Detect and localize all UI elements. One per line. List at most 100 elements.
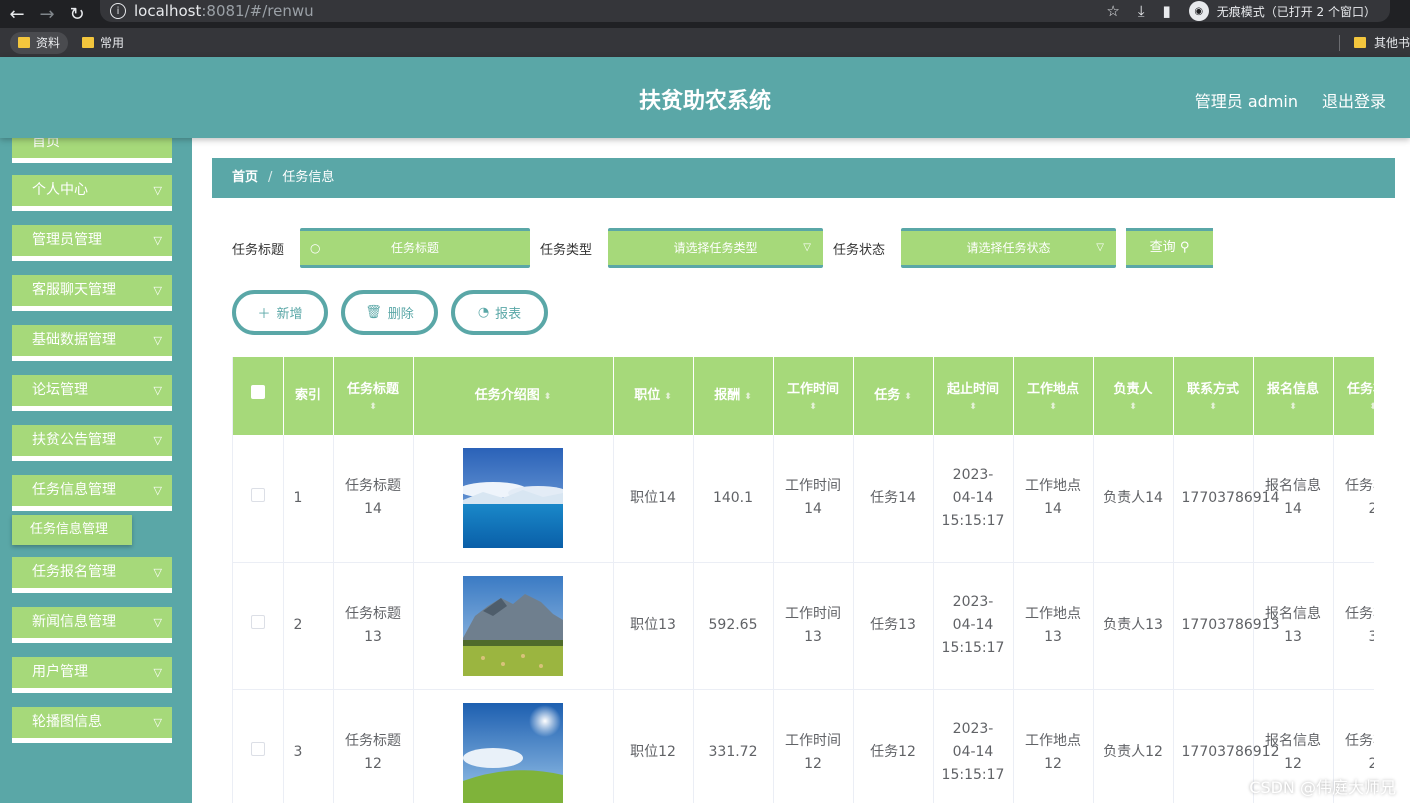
table-row: 2 任务标题13 职位13 592.65 工作时间13 任务13 2023-04… [233, 562, 1374, 690]
row-checkbox[interactable] [250, 742, 265, 756]
sidebar-item-announcement[interactable]: 扶贫公告管理 ▽ [12, 425, 172, 461]
query-button[interactable]: 查询 ⚲ [1126, 228, 1213, 268]
column-header[interactable]: 报酬 ⬍ [693, 357, 774, 435]
breadcrumb-home[interactable]: 首页 [232, 170, 258, 185]
sidebar-item-forum[interactable]: 论坛管理 ▽ [12, 375, 172, 411]
back-icon[interactable]: ← [4, 3, 30, 25]
row-checkbox[interactable] [250, 487, 265, 502]
bookmark-star-icon[interactable]: ☆ [1106, 2, 1119, 20]
task-image-thumbnail[interactable] [463, 702, 563, 803]
title-search-input[interactable]: ○ 任务标题 [300, 228, 530, 268]
download-icon[interactable]: ⤓ [1138, 2, 1145, 20]
address-bar[interactable]: i localhost :8081/#/renwu ☆ ⤓ ▮ ◉ 无痕模式（已… [100, 0, 1390, 22]
column-header[interactable]: 联系方式 ⬍ [1173, 357, 1254, 435]
site-info-icon[interactable]: i [110, 3, 126, 19]
bookmark-folder-changyong[interactable]: 常用 [78, 32, 128, 54]
column-header[interactable]: 工作时间 ⬍ [773, 357, 854, 435]
work-time-cell: 工作时间12 [773, 689, 854, 803]
sort-icon[interactable]: ⬍ [544, 392, 552, 402]
current-user: 管理员 admin [1194, 92, 1298, 111]
search-icon: ○ [310, 241, 321, 255]
pay-cell: 140.1 [693, 435, 774, 563]
bookmark-folder-ziliao[interactable]: 资料 [10, 31, 69, 54]
browser-toolbar: ← → ↻ i localhost :8081/#/renwu ☆ ⤓ ▮ ◉ … [0, 0, 1410, 28]
sidebar-item-chat[interactable]: 客服聊天管理 ▽ [12, 275, 172, 311]
task-cell: 任务12 [853, 689, 934, 803]
report-button[interactable]: ◔ 报表 [451, 290, 548, 335]
sort-icon[interactable]: ⬍ [1334, 401, 1374, 413]
pay-cell: 592.65 [693, 562, 774, 690]
sort-icon[interactable]: ⬍ [334, 401, 413, 413]
incognito-indicator[interactable]: ◉ 无痕模式（已打开 2 个窗口） [1188, 1, 1376, 21]
chevron-down-icon: ▽ [153, 184, 162, 197]
type-select[interactable]: 请选择任务类型 ▽ [608, 228, 823, 268]
title-cell: 任务标题13 [333, 562, 414, 690]
column-header[interactable]: 报名信息 ⬍ [1253, 357, 1334, 435]
sort-icon[interactable]: ⬍ [774, 401, 853, 413]
sidebar-item-task-signup[interactable]: 任务报名管理 ▽ [12, 557, 172, 593]
sort-icon[interactable]: ⬍ [744, 392, 752, 402]
sort-icon[interactable]: ⬍ [664, 392, 672, 402]
sort-icon[interactable]: ⬍ [1254, 401, 1333, 413]
column-label: 任务介绍图 [474, 387, 540, 403]
add-button[interactable]: ＋ 新增 [232, 290, 328, 335]
select-all-header [233, 357, 284, 435]
status-select-placeholder: 请选择任务状态 [966, 241, 1051, 255]
logout-link[interactable]: 退出登录 [1322, 88, 1386, 112]
sidebar-item-profile[interactable]: 个人中心 ▽ [12, 175, 172, 211]
bookmarks-bar: 资料 常用 其他书 [0, 28, 1410, 57]
column-header[interactable]: 起止时间 ⬍ [933, 357, 1014, 435]
sort-icon[interactable]: ⬍ [1014, 401, 1093, 413]
contact-cell: 17703786913 [1173, 562, 1279, 690]
incognito-label: 无痕模式（已打开 2 个窗口） [1216, 4, 1376, 19]
column-label: 职位 [634, 387, 661, 403]
task-image-thumbnail[interactable] [463, 575, 563, 676]
column-header[interactable]: 工作地点 ⬍ [1013, 357, 1094, 435]
owner-cell: 负责人14 [1093, 435, 1174, 563]
folder-icon [1353, 37, 1366, 48]
delete-button[interactable]: 🗑 删除 [341, 290, 438, 335]
task-cell: 任务13 [853, 562, 934, 690]
sidebar-item-news[interactable]: 新闻信息管理 ▽ [12, 607, 172, 643]
location-cell: 工作地点12 [1013, 689, 1094, 803]
position-cell: 职位14 [613, 435, 694, 563]
chevron-down-icon: ▽ [153, 434, 162, 447]
bookmark-label: 常用 [100, 36, 125, 50]
sidebar-item-label: 个人中心 [32, 182, 88, 198]
delete-button-label: 删除 [387, 307, 414, 322]
column-header[interactable]: 任务状态 ⬍ [1333, 357, 1374, 435]
sidebar-item-carousel[interactable]: 轮播图信息 ▽ [12, 707, 172, 743]
submenu-task-info[interactable]: 任务信息管理 [12, 515, 132, 545]
select-all-checkbox[interactable] [250, 385, 265, 399]
column-header[interactable]: 任务标题 ⬍ [333, 357, 414, 435]
sidebar-item-basic-data[interactable]: 基础数据管理 ▽ [12, 325, 172, 361]
sidebar-item-admin[interactable]: 管理员管理 ▽ [12, 225, 172, 261]
app-header: 扶贫助农系统 管理员 admin 退出登录 [0, 57, 1410, 138]
other-bookmarks[interactable]: 其他书 [1374, 34, 1410, 51]
side-panel-icon[interactable]: ▮ [1162, 2, 1170, 20]
sort-icon[interactable]: ⬍ [904, 392, 912, 402]
column-header[interactable]: 任务介绍图 ⬍ [413, 357, 614, 435]
column-header[interactable]: 职位 ⬍ [613, 357, 694, 435]
sidebar-item-task-info[interactable]: 任务信息管理 ▽ [12, 475, 172, 511]
column-header[interactable]: 负责人 ⬍ [1093, 357, 1174, 435]
sidebar-item-users[interactable]: 用户管理 ▽ [12, 657, 172, 693]
reload-icon[interactable]: ↻ [64, 3, 90, 25]
sort-icon[interactable]: ⬍ [934, 401, 1013, 413]
sort-icon[interactable]: ⬍ [1094, 401, 1173, 413]
sort-icon[interactable]: ⬍ [1174, 401, 1253, 413]
work-time-cell: 工作时间13 [773, 562, 854, 690]
column-label: 任务 [874, 387, 901, 403]
sidebar-item-label: 首页 [32, 138, 60, 150]
task-image-thumbnail[interactable] [463, 448, 563, 549]
sidebar-item-home[interactable]: 首页 [12, 138, 172, 163]
status-select[interactable]: 请选择任务状态 ▽ [901, 228, 1116, 268]
chevron-down-icon: ▽ [153, 566, 162, 579]
row-checkbox[interactable] [250, 615, 265, 629]
sidebar-item-label: 管理员管理 [32, 232, 102, 248]
location-cell: 工作地点13 [1013, 562, 1094, 690]
column-header[interactable]: 任务 ⬍ [853, 357, 934, 435]
search-icon: ⚲ [1179, 240, 1190, 255]
forward-icon[interactable]: → [34, 3, 60, 25]
sidebar-item-label: 轮播图信息 [32, 714, 102, 730]
